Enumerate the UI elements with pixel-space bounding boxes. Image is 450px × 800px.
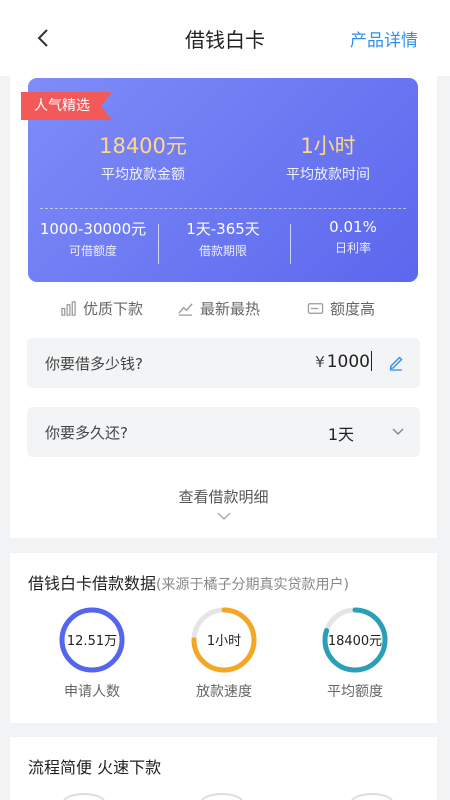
daily-rate-label: 日利率 bbox=[334, 241, 371, 255]
product-card: 人气精选 18400元 平均放款金额 1小时 平均放款时间 1000-30000… bbox=[21, 78, 418, 282]
amount-question: 你要借多少钱? bbox=[45, 355, 143, 373]
gauge-speed: 1小时 放款速度 bbox=[184, 605, 264, 701]
process-section: 流程简便 火速下款 bbox=[10, 737, 437, 800]
loan-panel: 人气精选 18400元 平均放款金额 1小时 平均放款时间 1000-30000… bbox=[10, 60, 437, 538]
gauge-applicants: 12.51万 申请人数 bbox=[52, 605, 132, 701]
popular-tag: 人气精选 bbox=[21, 92, 112, 120]
feature-list: 优质下款 最新最热 额度高 bbox=[10, 298, 437, 320]
feature-label: 额度高 bbox=[330, 300, 376, 318]
limit-range-label: 可借额度 bbox=[68, 244, 117, 258]
amount-field[interactable]: 你要借多少钱? ¥1000 bbox=[27, 338, 420, 388]
stats-title: 借钱白卡借款数据 bbox=[28, 574, 157, 593]
feature-high-limit: 额度高 bbox=[307, 298, 375, 319]
feature-label: 优质下款 bbox=[83, 300, 144, 318]
daily-rate-value: 0.01% bbox=[329, 218, 377, 236]
feature-label: 最新最热 bbox=[200, 300, 261, 318]
product-details-link[interactable]: 产品详情 bbox=[350, 26, 418, 51]
card-icon bbox=[307, 303, 324, 314]
term-range-label: 借款期限 bbox=[198, 244, 247, 258]
gauge-value: 1小时 bbox=[206, 634, 242, 649]
chevron-down-icon[interactable] bbox=[215, 510, 233, 522]
amount-input[interactable]: ¥1000 bbox=[315, 351, 372, 372]
text-caret bbox=[371, 351, 372, 371]
loan-data-section: 借钱白卡借款数据(来源于橘子分期真实贷款用户) 12.51万 申请人数 1小时 … bbox=[10, 553, 437, 723]
process-title: 流程简便 火速下款 bbox=[28, 758, 162, 777]
amount-value: 1000 bbox=[326, 352, 370, 372]
term-range-stat: 1天-365天 借款期限 bbox=[158, 218, 288, 259]
gauge-avg-amount: 18400元 平均额度 bbox=[315, 605, 395, 701]
daily-rate-stat: 0.01% 日利率 bbox=[288, 218, 418, 256]
term-field[interactable]: 你要多久还? 1天 bbox=[27, 407, 420, 457]
currency-symbol: ¥ bbox=[315, 353, 325, 371]
avg-time-value: 1小时 bbox=[300, 134, 356, 158]
gauge-label: 申请人数 bbox=[64, 684, 120, 700]
section-title: 借钱白卡借款数据(来源于橘子分期真实贷款用户) bbox=[28, 570, 349, 594]
chevron-down-icon[interactable] bbox=[390, 424, 406, 440]
limit-range-stat: 1000-30000元 可借额度 bbox=[28, 218, 158, 259]
trend-icon bbox=[178, 303, 193, 316]
term-range-value: 1天-365天 bbox=[186, 220, 260, 238]
pencil-icon[interactable] bbox=[387, 353, 405, 371]
avg-time-stat: 1小时 平均放款时间 bbox=[248, 130, 408, 184]
stats-subtitle: (来源于橘子分期真实贷款用户) bbox=[156, 577, 349, 593]
avg-amount-label: 平均放款金额 bbox=[101, 167, 185, 183]
feature-quality: 优质下款 bbox=[60, 298, 143, 319]
avg-amount-stat: 18400元 平均放款金额 bbox=[68, 130, 218, 184]
feature-newest: 最新最热 bbox=[177, 298, 260, 319]
step-circle bbox=[200, 793, 244, 800]
term-value[interactable]: 1天 bbox=[328, 421, 354, 445]
step-circle bbox=[350, 793, 394, 800]
gauge-value: 12.51万 bbox=[66, 634, 118, 649]
dashed-divider bbox=[40, 208, 406, 209]
gauge-label: 放款速度 bbox=[196, 684, 252, 700]
term-question: 你要多久还? bbox=[45, 424, 128, 442]
limit-range-value: 1000-30000元 bbox=[39, 220, 147, 238]
step-circle bbox=[62, 793, 106, 800]
view-details-link[interactable]: 查看借款明细 bbox=[10, 486, 437, 507]
gauge-label: 平均额度 bbox=[327, 684, 383, 700]
gauge-value: 18400元 bbox=[327, 634, 383, 649]
avg-amount-value: 18400元 bbox=[99, 134, 187, 158]
chart-icon bbox=[61, 301, 76, 316]
avg-time-label: 平均放款时间 bbox=[286, 167, 370, 183]
